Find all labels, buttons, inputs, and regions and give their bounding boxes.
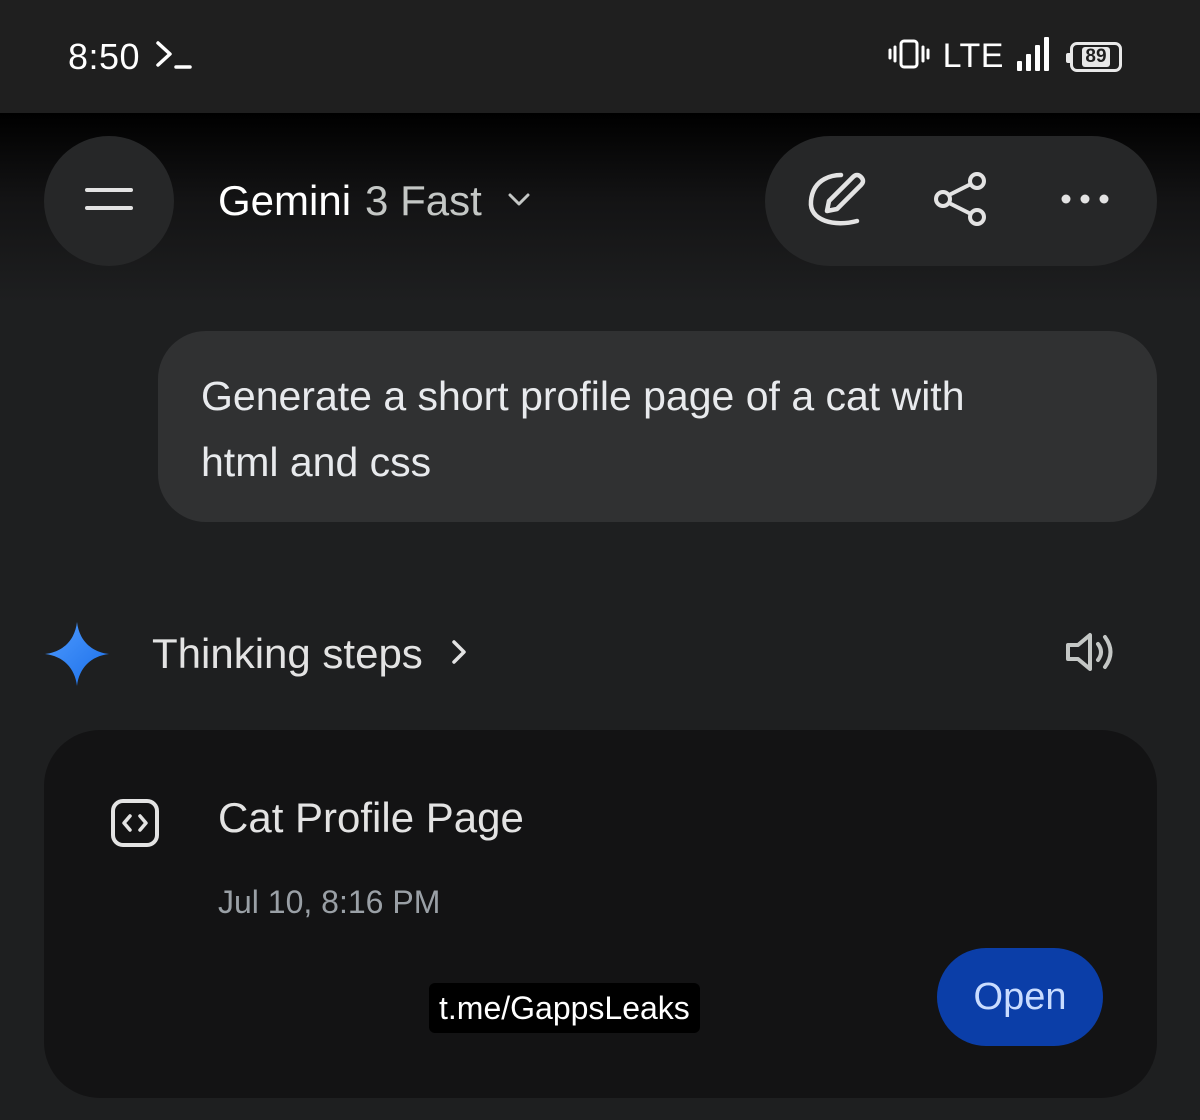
chevron-down-icon bbox=[506, 190, 532, 213]
user-message-line: Generate a short profile page of a cat w… bbox=[201, 373, 965, 419]
battery-level: 89 bbox=[1082, 46, 1110, 67]
code-icon bbox=[110, 798, 160, 848]
thinking-steps-label: Thinking steps bbox=[152, 630, 423, 677]
chevron-right-icon bbox=[449, 637, 469, 672]
new-chat-button[interactable] bbox=[787, 151, 887, 251]
gemini-spark-icon bbox=[45, 622, 109, 686]
status-time: 8:50 bbox=[68, 35, 141, 77]
model-name: Gemini bbox=[218, 177, 352, 224]
header-actions bbox=[765, 136, 1157, 266]
status-right: LTE 89 bbox=[887, 35, 1122, 78]
more-options-button[interactable] bbox=[1035, 151, 1135, 251]
watermark: t.me/GappsLeaks bbox=[429, 983, 700, 1033]
canvas-card-date: Jul 10, 8:16 PM bbox=[218, 884, 441, 920]
terminal-prompt-icon bbox=[154, 37, 194, 76]
read-aloud-button[interactable] bbox=[1058, 622, 1122, 686]
model-variant: 3 Fast bbox=[365, 177, 482, 224]
menu-icon bbox=[83, 184, 135, 219]
speaker-icon bbox=[1062, 628, 1118, 681]
vibrate-icon bbox=[887, 37, 931, 76]
share-icon bbox=[931, 171, 991, 232]
more-horizontal-icon bbox=[1060, 192, 1110, 210]
canvas-card[interactable]: Cat Profile Page Jul 10, 8:16 PM t.me/Ga… bbox=[44, 730, 1157, 1098]
thinking-steps-toggle[interactable]: Thinking steps bbox=[152, 622, 469, 686]
user-message-line: html and css bbox=[201, 439, 432, 485]
edit-icon bbox=[805, 169, 869, 234]
canvas-card-title: Cat Profile Page bbox=[218, 794, 524, 841]
signal-bars-icon bbox=[1016, 35, 1052, 78]
open-button[interactable]: Open bbox=[937, 948, 1103, 1046]
network-type: LTE bbox=[942, 37, 1004, 75]
battery-icon: 89 bbox=[1066, 41, 1122, 72]
status-left: 8:50 bbox=[68, 36, 194, 78]
user-message-bubble: Generate a short profile page of a cat w… bbox=[158, 331, 1157, 522]
share-button[interactable] bbox=[911, 151, 1011, 251]
menu-button[interactable] bbox=[44, 136, 174, 266]
status-bar: 8:50 LTE 89 bbox=[0, 0, 1200, 113]
model-selector[interactable]: Gemini 3 Fast bbox=[218, 170, 532, 232]
